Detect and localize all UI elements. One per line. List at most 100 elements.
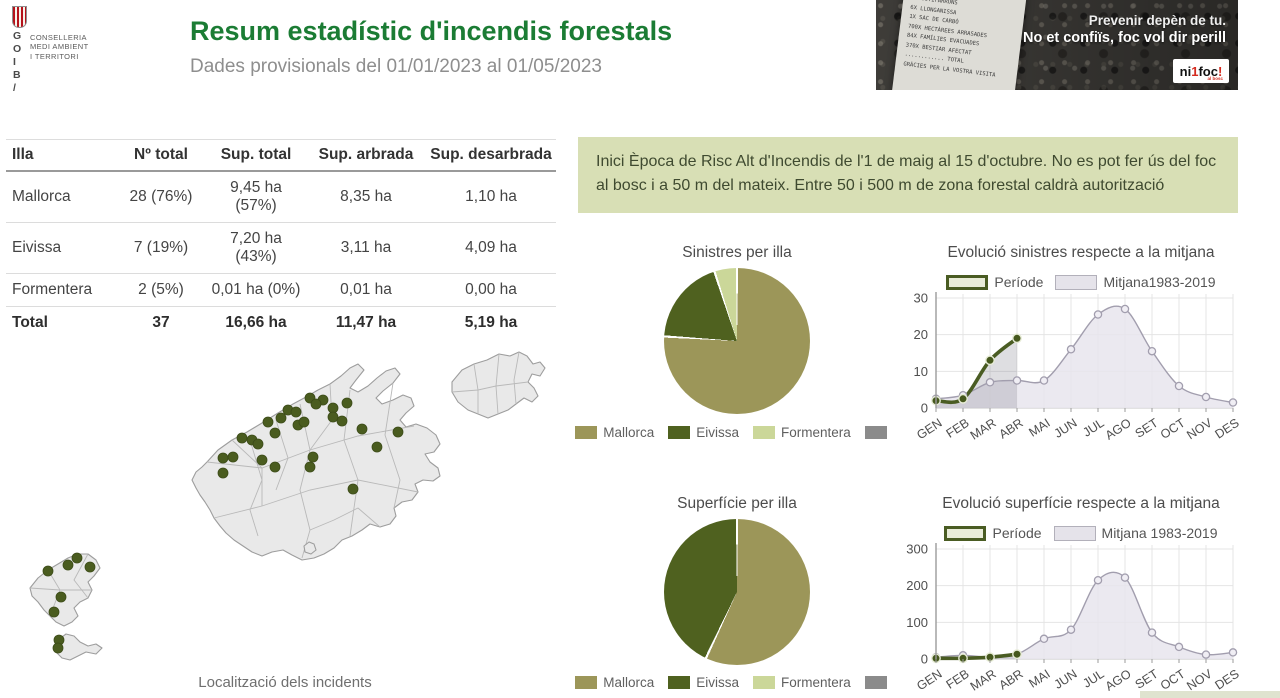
svg-text:OCT: OCT [1158, 667, 1188, 691]
incident-dot [299, 417, 309, 427]
column-header: Nº total [116, 140, 206, 172]
table-cell: 4,09 ha [426, 223, 556, 274]
svg-text:OCT: OCT [1158, 416, 1188, 440]
svg-text:JUN: JUN [1052, 667, 1080, 691]
banner-slogan: Prevenir depèn de tu. No et confiïs, foc… [1023, 13, 1226, 46]
legend-label: Formentera [781, 675, 851, 690]
total-cell: 11,47 ha [306, 307, 426, 340]
total-cell: 5,19 ha [426, 307, 556, 340]
pie-superficie-chart [664, 519, 810, 665]
svg-text:GEN: GEN [914, 667, 944, 691]
goib-logo: GOIB/ CONSELLERIAMEDI AMBIENTI TERRITORI [10, 2, 180, 94]
svg-text:30: 30 [914, 291, 928, 306]
pie-superficie-title: Superfície per illa [637, 495, 837, 513]
ni1foc-logo: ni1foc! al bosc [1173, 59, 1229, 83]
incident-dot [305, 462, 315, 472]
svg-text:ABR: ABR [996, 416, 1025, 440]
total-cell: 16,66 ha [206, 307, 306, 340]
table-row: Formentera2 (5%)0,01 ha (0%)0,01 ha0,00 … [6, 274, 556, 307]
table-cell: 9,45 ha (57%) [206, 171, 306, 223]
svg-text:FEB: FEB [944, 416, 972, 440]
svg-text:GEN: GEN [914, 416, 944, 440]
table-cell: 7 (19%) [116, 223, 206, 274]
incident-dot [308, 452, 318, 462]
line-superficie-title: Evolució superfície respecte a la mitjan… [918, 495, 1244, 513]
goib-shield-icon [12, 6, 27, 28]
table-cell: 28 (76%) [116, 171, 206, 223]
incident-dot [342, 398, 352, 408]
table-cell: 2 (5%) [116, 274, 206, 307]
incidents-map [0, 340, 560, 680]
svg-text:DES: DES [1212, 416, 1241, 440]
incident-dot [393, 427, 403, 437]
svg-text:0: 0 [921, 652, 928, 667]
incident-dot [357, 424, 367, 434]
svg-text:0: 0 [921, 401, 928, 416]
legend-label: Mallorca [603, 675, 654, 690]
table-cell: 0,01 ha [306, 274, 426, 307]
incident-dot [218, 468, 228, 478]
legend-swatch [753, 676, 775, 689]
column-header: Sup. arbrada [306, 140, 426, 172]
line-sinistres-chart: 0102030GENFEBMARABRMAIJUNJULAGOSETOCTNOV… [896, 288, 1246, 440]
legend-swatch [865, 426, 887, 439]
incident-dot [43, 566, 53, 576]
ni1foc-ni: ni [1180, 65, 1192, 78]
table-cell: 0,01 ha (0%) [206, 274, 306, 307]
ni1foc-sub: al bosc [1207, 77, 1223, 82]
incident-dot [337, 416, 347, 426]
column-header: Illa [6, 140, 116, 172]
svg-text:JUL: JUL [1080, 667, 1106, 691]
svg-text:FEB: FEB [944, 667, 972, 691]
pie-sinistres-title: Sinistres per illa [637, 244, 837, 262]
legend-swatch [575, 676, 597, 689]
legend-swatch [865, 676, 887, 689]
line-sinistres-title: Evolució sinistres respecte a la mitjana [918, 244, 1244, 262]
line-superficie-chart: 0100200300GENFEBMARABRMAIJUNJULAGOSETOCT… [896, 539, 1246, 691]
table-row: Eivissa7 (19%)7,20 ha (43%)3,11 ha4,09 h… [6, 223, 556, 274]
table-cell: 7,20 ha (43%) [206, 223, 306, 274]
incident-dot [72, 553, 82, 563]
ni1foc-one: 1 [1191, 65, 1198, 78]
page-subtitle: Dades provisionals del 01/01/2023 al 01/… [190, 56, 602, 78]
svg-text:ABR: ABR [996, 667, 1025, 691]
legend-item: Mallorca [575, 425, 654, 440]
incident-dot [253, 439, 263, 449]
incident-dot [63, 560, 73, 570]
table-total-row: Total3716,66 ha11,47 ha5,19 ha [6, 307, 556, 340]
table-header-row: IllaNº totalSup. totalSup. arbradaSup. d… [6, 140, 556, 172]
legend-item: Formentera [753, 425, 851, 440]
clipped-box-edge [1140, 691, 1280, 698]
prevention-banner: 8X BOTIFARRONS6X LLONGANISSA1X SAC DE CA… [876, 0, 1238, 90]
svg-text:MAR: MAR [968, 667, 999, 691]
legend-swatch [668, 676, 690, 689]
legend-item: Formentera [753, 675, 851, 690]
legend-label: Formentera [781, 425, 851, 440]
svg-text:DES: DES [1212, 667, 1241, 691]
legend-swatch [668, 426, 690, 439]
svg-text:20: 20 [914, 327, 928, 342]
incident-dot [56, 592, 66, 602]
incident-dot [372, 442, 382, 452]
banner-slogan-line1: Prevenir depèn de tu. [1023, 13, 1226, 28]
svg-text:SET: SET [1133, 667, 1161, 691]
pie-sinistres-legend: MallorcaEivissaFormentera [586, 425, 876, 440]
svg-text:JUL: JUL [1080, 416, 1106, 440]
total-cell: Total [6, 307, 116, 340]
table-cell: Mallorca [6, 171, 116, 223]
svg-text:NOV: NOV [1184, 415, 1215, 440]
incident-dot [53, 643, 63, 653]
table-cell: 0,00 ha [426, 274, 556, 307]
goib-letters: GOIB/ [13, 30, 22, 95]
svg-text:MAR: MAR [968, 416, 999, 440]
table-cell: 1,10 ha [426, 171, 556, 223]
goib-department-text: CONSELLERIAMEDI AMBIENTI TERRITORI [30, 33, 89, 61]
burnt-receipt-image: 8X BOTIFARRONS6X LLONGANISSA1X SAC DE CA… [892, 0, 1027, 90]
risk-notice-box: Inici Època de Risc Alt d'Incendis de l'… [578, 137, 1238, 213]
incident-dot [49, 607, 59, 617]
legend-label: Eivissa [696, 675, 739, 690]
legend-swatch [575, 426, 597, 439]
incident-dot [228, 452, 238, 462]
legend-swatch [753, 426, 775, 439]
legend-label: Mallorca [603, 425, 654, 440]
